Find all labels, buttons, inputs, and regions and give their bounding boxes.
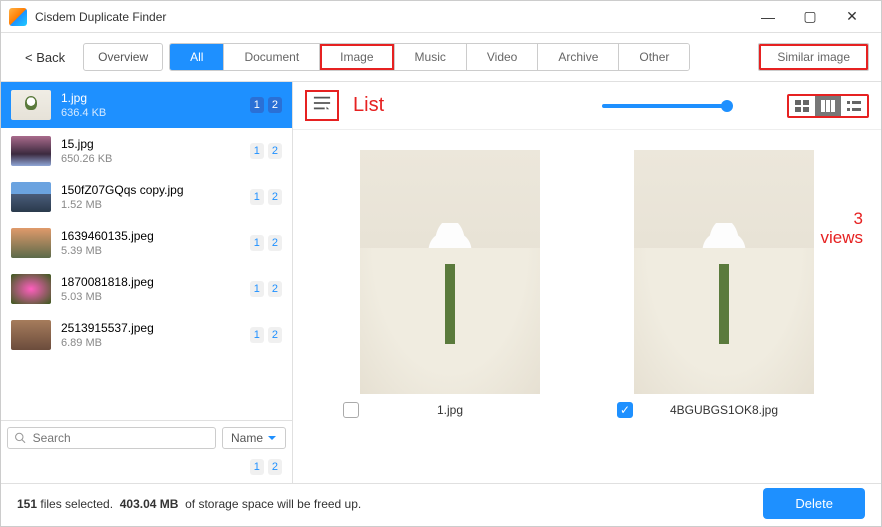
tab-other[interactable]: Other [619,44,689,70]
list-view-toggle[interactable] [305,90,339,121]
selected-count-suffix: files selected. [37,497,120,511]
preview-toolbar: List [293,82,881,130]
sidebar: 1.jpg 636.4 KB 1 2 15.jpg 650.26 KB 1 2 [1,82,293,483]
tab-all[interactable]: All [170,44,224,70]
selected-count: 151 [17,497,37,511]
preview-image[interactable] [360,150,540,394]
list-item[interactable]: 1639460135.jpeg 5.39 MB 1 2 [1,220,292,266]
file-name: 150fZ07GQqs copy.jpg [61,183,240,197]
dup-badge: 1 [250,189,264,205]
freed-size: 403.04 MB [120,497,179,511]
chevron-down-icon [267,433,277,443]
search-input[interactable] [33,431,209,445]
preview-filename: 4BGUBGS1OK8.jpg [641,403,807,417]
preview-filename: 1.jpg [367,403,533,417]
columns-icon [820,99,836,113]
file-size: 1.52 MB [61,199,240,211]
maximize-button[interactable]: ▢ [789,3,831,31]
similar-image-button[interactable]: Similar image [758,43,869,71]
delete-button[interactable]: Delete [763,488,865,519]
thumbnail [11,274,51,304]
list-item[interactable]: 2513915537.jpeg 6.89 MB 1 2 [1,312,292,358]
titlebar: Cisdem Duplicate Finder — ▢ ✕ [1,1,881,33]
file-name: 15.jpg [61,137,240,151]
sort-dropdown[interactable]: Name [222,427,286,449]
select-checkbox[interactable] [343,402,359,418]
dup-badge: 1 [250,281,264,297]
dup-badge: 2 [268,143,282,159]
grid-icon [794,99,810,113]
detail-list-icon [846,99,862,113]
summary-badge: 2 [268,459,282,475]
main-area: 1.jpg 636.4 KB 1 2 15.jpg 650.26 KB 1 2 [1,82,881,483]
grid-view-button[interactable] [789,96,815,116]
columns-view-button[interactable] [815,96,841,116]
select-checkbox[interactable] [617,402,633,418]
file-size: 5.03 MB [61,291,240,303]
file-size: 650.26 KB [61,153,240,165]
toolbar: < Back Overview All Document Image Music… [1,33,881,82]
minimize-button[interactable]: — [747,3,789,31]
dup-badge: 2 [268,281,282,297]
summary-badge: 1 [250,459,264,475]
tab-archive[interactable]: Archive [538,44,619,70]
preview-panel: List 3 views [293,82,881,483]
footer: 151 files selected. 403.04 MB of storage… [1,483,881,523]
preview-item: 1.jpg [333,150,567,463]
thumbnail [11,182,51,212]
back-button[interactable]: < Back [13,44,77,71]
tab-video[interactable]: Video [467,44,538,70]
thumbnail [11,90,51,120]
overview-button[interactable]: Overview [83,43,163,71]
search-box[interactable] [7,427,216,449]
dup-badge: 1 [250,327,264,343]
file-size: 636.4 KB [61,107,240,119]
tab-document[interactable]: Document [224,44,320,70]
file-list[interactable]: 1.jpg 636.4 KB 1 2 15.jpg 650.26 KB 1 2 [1,82,292,420]
search-row: Name [1,420,292,455]
window-controls: — ▢ ✕ [747,3,873,31]
category-tabs: All Document Image Music Video Archive O… [169,43,690,71]
thumbnail [11,320,51,350]
thumbnail [11,228,51,258]
preview-item: 4BGUBGS1OK8.jpg [607,150,841,463]
file-name: 1.jpg [61,91,240,105]
dup-badge: 1 [250,235,264,251]
dup-badge: 1 [250,143,264,159]
dup-badge: 1 [250,97,264,113]
zoom-slider[interactable] [394,104,777,108]
preview-image[interactable] [634,150,814,394]
dup-badge: 2 [268,235,282,251]
detail-view-button[interactable] [841,96,867,116]
slider-track[interactable] [602,104,727,108]
list-icon [311,94,333,112]
tab-music[interactable]: Music [395,44,467,70]
file-size: 6.89 MB [61,337,240,349]
slider-thumb[interactable] [721,100,733,112]
close-button[interactable]: ✕ [831,3,873,31]
app-title: Cisdem Duplicate Finder [35,10,747,24]
list-annotation: List [353,94,384,117]
file-size: 5.39 MB [61,245,240,257]
file-name: 1870081818.jpeg [61,275,240,289]
dup-badge: 2 [268,97,282,113]
badge-summary: 1 2 [1,455,292,483]
sort-label: Name [231,431,263,445]
thumbnail [11,136,51,166]
list-item[interactable]: 15.jpg 650.26 KB 1 2 [1,128,292,174]
list-item[interactable]: 1870081818.jpeg 5.03 MB 1 2 [1,266,292,312]
search-icon [14,431,27,445]
preview-body: 1.jpg 4BGUBGS1OK8.jpg [293,130,881,483]
list-item[interactable]: 150fZ07GQqs copy.jpg 1.52 MB 1 2 [1,174,292,220]
dup-badge: 2 [268,189,282,205]
dup-badge: 2 [268,327,282,343]
view-switcher [787,94,869,118]
file-name: 1639460135.jpeg [61,229,240,243]
tab-image[interactable]: Image [320,44,394,70]
app-icon [9,8,27,26]
file-name: 2513915537.jpeg [61,321,240,335]
list-item[interactable]: 1.jpg 636.4 KB 1 2 [1,82,292,128]
freed-size-suffix: of storage space will be freed up. [178,497,361,511]
